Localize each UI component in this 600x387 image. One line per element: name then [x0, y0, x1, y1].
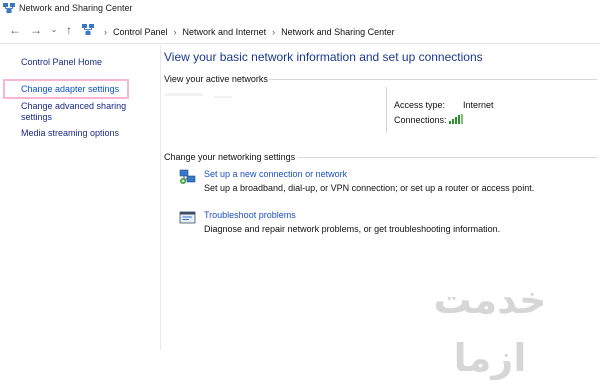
- breadcrumb-separator: ›: [104, 27, 107, 37]
- wifi-signal-icon[interactable]: [449, 114, 463, 124]
- breadcrumb-control-panel[interactable]: Control Panel: [113, 27, 168, 37]
- arrow-up-icon[interactable]: ↑: [62, 22, 76, 38]
- arrow-right-icon[interactable]: →: [29, 22, 43, 38]
- sidebar-item-change-adapter-settings[interactable]: Change adapter settings: [21, 84, 119, 95]
- chevron-down-icon[interactable]: ⌄: [47, 22, 61, 38]
- access-type-label: Access type:: [394, 100, 446, 110]
- pane-divider: [160, 45, 161, 350]
- title-bar: Network and Sharing Center: [0, 0, 600, 18]
- network-type-placeholder: [214, 96, 232, 98]
- watermark-logo: خدمت ازما: [433, 278, 547, 380]
- sidebar-item-label: settings: [21, 112, 53, 122]
- page-title: View your basic network information and …: [164, 50, 483, 64]
- breadcrumb-separator: ›: [173, 27, 177, 37]
- breadcrumb: › Control Panel › Network and Internet ›…: [98, 25, 395, 39]
- new-connection-icon: [179, 169, 196, 184]
- network-name-placeholder: [165, 93, 203, 96]
- sidebar-item-label: Change advanced sharing: [21, 101, 127, 111]
- setup-connection-description: Set up a broadband, dial-up, or VPN conn…: [204, 183, 535, 193]
- change-settings-heading: Change your networking settings: [164, 152, 296, 162]
- section-divider: [269, 79, 597, 80]
- connections-label: Connections:: [394, 115, 447, 125]
- vertical-separator: [386, 87, 387, 133]
- breadcrumb-network-and-internet[interactable]: Network and Internet: [183, 27, 267, 37]
- setup-connection-link[interactable]: Set up a new connection or network: [204, 169, 347, 179]
- troubleshoot-problems-link[interactable]: Troubleshoot problems: [204, 210, 296, 220]
- sidebar-item-media-streaming-options[interactable]: Media streaming options: [21, 128, 119, 139]
- active-networks-heading: View your active networks: [164, 74, 268, 84]
- access-type-value: Internet: [463, 100, 494, 110]
- sidebar-item-change-advanced-sharing-settings[interactable]: Change advanced sharing settings: [21, 101, 126, 123]
- sidebar-item-control-panel-home[interactable]: Control Panel Home: [21, 57, 102, 68]
- troubleshoot-problems-description: Diagnose and repair network problems, or…: [204, 224, 501, 234]
- arrow-left-icon[interactable]: ←: [8, 22, 22, 38]
- breadcrumb-separator: ›: [272, 27, 276, 37]
- breadcrumb-network-and-sharing-center[interactable]: Network and Sharing Center: [281, 27, 395, 37]
- control-panel-icon: [82, 24, 94, 35]
- address-bar: ← → ⌄ ↑ › Control Panel › Network and In…: [0, 19, 600, 44]
- network-center-icon: [3, 3, 15, 13]
- window-title: Network and Sharing Center: [19, 3, 133, 13]
- troubleshoot-icon: [179, 211, 196, 224]
- section-divider: [298, 157, 597, 158]
